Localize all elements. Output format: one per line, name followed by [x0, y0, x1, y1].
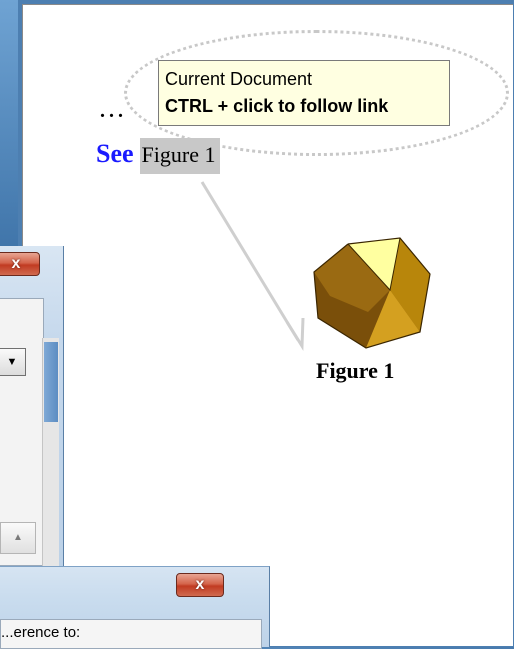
dialog1-close-button[interactable]: x — [0, 252, 40, 276]
dialog-window-2: x ...erence to: — [0, 566, 270, 649]
link-arrow — [200, 181, 305, 351]
dialog2-content: ...erence to: — [0, 619, 262, 649]
dialog2-partial-text: ...erence to: — [1, 624, 81, 641]
arrow-line — [200, 181, 300, 341]
chevron-up-icon[interactable]: ▲ — [0, 522, 36, 554]
chevron-down-icon[interactable]: ▼ — [0, 348, 26, 376]
dodecahedron-icon — [313, 237, 431, 349]
arrow-head — [285, 317, 305, 351]
dialog2-close-button[interactable]: x — [176, 573, 224, 597]
figure-caption: Figure 1 — [316, 358, 395, 383]
dialog1-scrollbar-accent — [44, 342, 58, 422]
dialog-window-1: x ▼ ▲ — [0, 246, 64, 566]
